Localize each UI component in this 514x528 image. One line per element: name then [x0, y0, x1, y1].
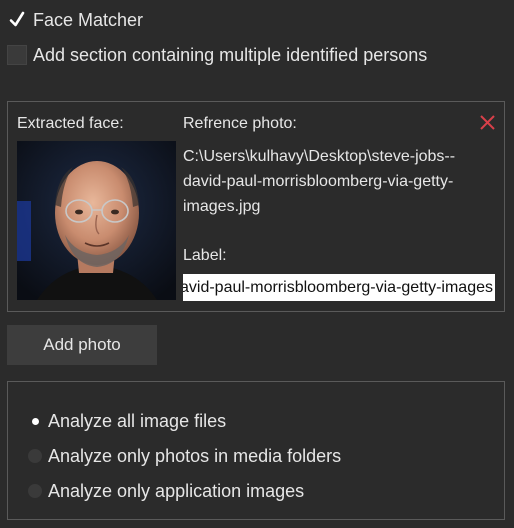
radio-unselected[interactable]: [28, 484, 42, 498]
add-photo-button[interactable]: Add photo: [7, 325, 157, 365]
face-matcher-label: Face Matcher: [33, 9, 144, 30]
checkmark-icon: [9, 11, 25, 27]
extracted-face-image: [17, 141, 176, 300]
label-caption: Label:: [183, 247, 227, 264]
close-icon[interactable]: [479, 114, 496, 131]
reference-photo-label: Refrence photo:: [183, 115, 297, 132]
face-match-panel: Extracted face: Refrence photo: C:\Users…: [7, 101, 505, 312]
label-input-value: steve-jobs--david-paul-morrisbloomberg-v…: [183, 278, 493, 296]
reference-photo-path: C:\Users\kulhavy\Desktop\steve-jobs--dav…: [183, 148, 456, 215]
label-input[interactable]: steve-jobs--david-paul-morrisbloomberg-v…: [183, 274, 495, 301]
face-portrait-image: [17, 141, 176, 300]
extracted-face-label: Extracted face:: [17, 115, 124, 132]
multiple-persons-checkbox[interactable]: [7, 45, 27, 65]
analyze-all-label: Analyze all image files: [48, 410, 227, 431]
analyze-options-group: Analyze all image files Analyze only pho…: [7, 381, 505, 520]
analyze-app-label: Analyze only application images: [48, 480, 305, 501]
analyze-media-label: Analyze only photos in media folders: [48, 445, 342, 466]
analyze-media-option[interactable]: Analyze only photos in media folders: [28, 444, 341, 468]
analyze-all-option[interactable]: Analyze all image files: [28, 409, 226, 433]
add-photo-label: Add photo: [43, 335, 121, 354]
face-matcher-row[interactable]: Face Matcher: [7, 8, 143, 32]
analyze-app-option[interactable]: Analyze only application images: [28, 479, 304, 503]
face-matcher-checkbox[interactable]: [7, 10, 27, 30]
multiple-persons-label: Add section containing multiple identifi…: [33, 44, 428, 65]
radio-selected[interactable]: [28, 414, 42, 428]
multiple-persons-row[interactable]: Add section containing multiple identifi…: [7, 43, 427, 67]
radio-unselected[interactable]: [28, 449, 42, 463]
